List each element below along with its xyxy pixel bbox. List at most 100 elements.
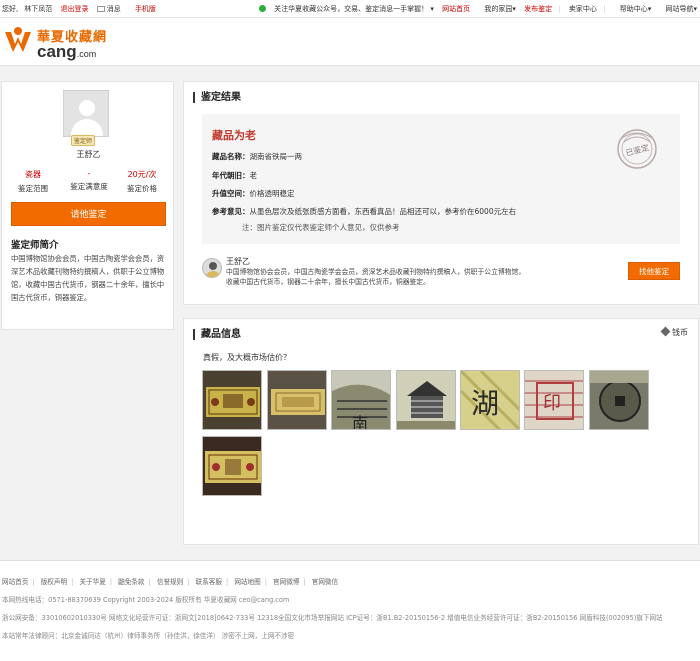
expert-comment: 王舒乙 中国博物馆协会会员，中国古陶瓷学会会员，资深艺术品收藏刊物特约撰稿人，供…	[202, 254, 680, 290]
footer-link-disclaimer[interactable]: 鼬免条款	[118, 578, 144, 586]
wechat-notice[interactable]: 关注华夏收藏公众号，交易、鉴定消息一手掌握！ ▾	[259, 5, 434, 13]
footer-link-copyright[interactable]: 版权声明	[41, 578, 67, 586]
comment-expert-name[interactable]: 王舒乙	[226, 256, 250, 267]
footer-link-separator: |	[225, 578, 229, 586]
collection-image-7[interactable]	[589, 370, 649, 430]
footer-licenses: 浙公网安备：33010602010330号 网络文化经营许可证：浙网文[2018…	[2, 614, 663, 622]
stamp-text: 已鉴定	[624, 142, 650, 158]
mail-icon	[96, 6, 105, 12]
logo-icon[interactable]	[3, 24, 33, 54]
banknote-full-photo	[203, 437, 261, 495]
intro-text: 中国博物馆协会会员，中国古陶瓷学会会员，资深艺术品收藏刊物特约撰稿人，供职于公立…	[11, 254, 165, 302]
user-links: 您好, 林下凤范 退出登录 消息 手机版	[2, 4, 162, 14]
site-footer: 网站首页 | 版权声明 | 关于华夏 | 鼬免条款 | 信誉规则 | 联系客服 | 网站地图…	[0, 560, 700, 661]
footer-links: 网站首页 | 版权声明 | 关于华夏 | 鼬免条款 | 信誉规则 | 联系客服 | 网站地图…	[2, 576, 338, 586]
expert-name[interactable]: 王舒乙	[2, 149, 175, 160]
expert-badge: 鉴定师	[71, 135, 96, 146]
stat-price: 20元/次 鉴定价格	[114, 169, 170, 194]
category-tag[interactable]: 钱币	[660, 326, 688, 338]
svg-text:印: 印	[543, 393, 561, 414]
footer-link-separator: |	[264, 578, 267, 586]
collection-image-6[interactable]: 印	[524, 370, 584, 430]
logo-english: cang.com	[37, 42, 96, 62]
footer-link-separator: |	[71, 578, 74, 586]
nav-sitemap-label: 网站导航	[665, 5, 694, 13]
top-nav: 关注华夏收藏公众号，交易、鉴定消息一手掌握！ ▾ 网站首页 我的家园▾ 发布鉴定…	[253, 4, 697, 14]
logout-link[interactable]: 退出登录	[60, 5, 88, 13]
nav-seller[interactable]: 卖家中心	[569, 5, 597, 13]
request-appraisal-button[interactable]: 请他鉴定	[11, 202, 166, 226]
nav-help-label: 帮助中心	[619, 5, 648, 13]
stat-satisfaction-label: 鉴定满意度	[70, 182, 108, 191]
stat-scope: 瓷器 鉴定范围	[5, 169, 61, 194]
logo-english-main: cang	[37, 42, 77, 61]
category-tag-label: 钱币	[672, 328, 688, 337]
result-row-era-key: 年代朝旧：	[212, 171, 250, 180]
result-row-opinion: 参考意见：从墨色层次及纸张质感方面看，东西看真品！品相还可以，参考价在6000元…	[212, 206, 516, 217]
avatar-head-shape	[79, 100, 95, 116]
comment-text: 中国博物馆协会会员，中国古陶瓷学会会员，资深艺术品收藏刊物特约撰稿人，供职于公立…	[226, 268, 526, 286]
svg-text:湖: 湖	[471, 387, 499, 420]
footer-link-weibo[interactable]: 官网微博	[273, 578, 299, 586]
banknote-seal-closeup: 印	[525, 371, 583, 429]
appraisal-result-panel: 鉴定结果 藏品为老 藏品名称：湖南省铁局一两 年代朝旧：老 升值空间：价格透明稳…	[183, 81, 699, 305]
footer-link-sitemap[interactable]: 网站地图	[234, 578, 260, 586]
result-row-name-value: 湖南省铁局一两	[249, 152, 303, 161]
nav-sitemap[interactable]: 网站导航▾	[659, 5, 697, 13]
comment-avatar[interactable]	[202, 258, 222, 278]
mobile-link[interactable]: 手机版	[135, 5, 156, 13]
result-row-name: 藏品名称：湖南省铁局一两	[212, 151, 302, 162]
collection-image-1[interactable]	[202, 370, 262, 430]
banknote-corner-closeup: 南	[332, 371, 390, 430]
tag-icon	[660, 326, 671, 337]
footer-link-credit-rules[interactable]: 信誉规则	[157, 578, 183, 586]
disclaimer-note: 注：图片鉴定仅代表鉴定师个人意见，仅供参考	[242, 223, 400, 232]
banknote-building-closeup	[397, 371, 455, 429]
wechat-notice-text: 关注华夏收藏公众号，交易、鉴定消息一手掌握！	[274, 5, 429, 13]
comment-avatar-head-shape	[209, 262, 217, 270]
footer-link-separator: |	[109, 578, 113, 586]
result-row-appreciation-key: 升值空间：	[212, 189, 250, 198]
collection-info-panel: 藏品信息 钱币 真假，及大概市场估价？ 南 湖 印	[183, 318, 699, 545]
result-row-era: 年代朝旧：老	[212, 170, 257, 181]
banknote-character-closeup: 湖	[461, 371, 519, 429]
verdict-heading: 藏品为老	[212, 129, 256, 142]
footer-link-home[interactable]: 网站首页	[2, 578, 28, 586]
wechat-icon	[259, 5, 267, 12]
stat-satisfaction-value: -	[87, 169, 91, 178]
collection-image-8[interactable]	[202, 436, 262, 496]
result-row-opinion-key: 参考意见：	[212, 207, 250, 216]
footer-link-separator: |	[32, 578, 35, 586]
comment-avatar-body-shape	[205, 271, 221, 277]
collection-image-3[interactable]: 南	[331, 370, 391, 430]
stat-scope-label: 鉴定范围	[18, 184, 48, 193]
result-row-era-value: 老	[249, 171, 258, 180]
result-row-appreciation: 升值空间：价格透明稳定	[212, 188, 295, 199]
footer-link-separator: |	[303, 578, 306, 586]
nav-home[interactable]: 网站首页	[442, 5, 470, 13]
expert-card: 鉴定师 王舒乙 瓷器 鉴定范围 - 鉴定满意度 20元/次 鉴定价格 请他鉴定 …	[1, 81, 174, 330]
banknote-coin-closeup	[590, 371, 648, 429]
svg-text:南: 南	[352, 414, 368, 430]
find-him-button[interactable]: 找他鉴定	[628, 262, 680, 280]
footer-legal: 本站常年法律顾问：北京金诚同达（杭州）律师事务所（孙佳洪，徐佳洋） 涉密不上网，…	[2, 632, 295, 640]
result-section-title: 鉴定结果	[193, 92, 241, 103]
stat-scope-value: 瓷器	[25, 170, 41, 179]
avatar[interactable]	[63, 90, 109, 137]
collection-image-2[interactable]	[267, 370, 327, 430]
username-link[interactable]: 林下凤范	[24, 5, 52, 13]
messages-label: 消息	[106, 5, 121, 13]
nav-divider: |	[603, 5, 606, 13]
footer-link-separator: |	[187, 578, 190, 586]
collection-image-5[interactable]: 湖	[460, 370, 520, 430]
collection-image-4[interactable]	[396, 370, 456, 430]
footer-link-about[interactable]: 关于华夏	[79, 578, 105, 586]
result-row-appreciation-value: 价格透明稳定	[249, 189, 295, 198]
stat-price-label: 鉴定价格	[127, 184, 157, 193]
footer-link-contact[interactable]: 联系客服	[196, 578, 222, 586]
footer-link-wechat[interactable]: 官网微信	[312, 578, 338, 586]
nav-publish[interactable]: 发布鉴定	[524, 5, 552, 13]
messages-link[interactable]: 消息	[96, 5, 127, 13]
nav-help[interactable]: 帮助中心▾	[614, 5, 652, 13]
nav-my-home[interactable]: 我的家园▾	[478, 5, 516, 13]
